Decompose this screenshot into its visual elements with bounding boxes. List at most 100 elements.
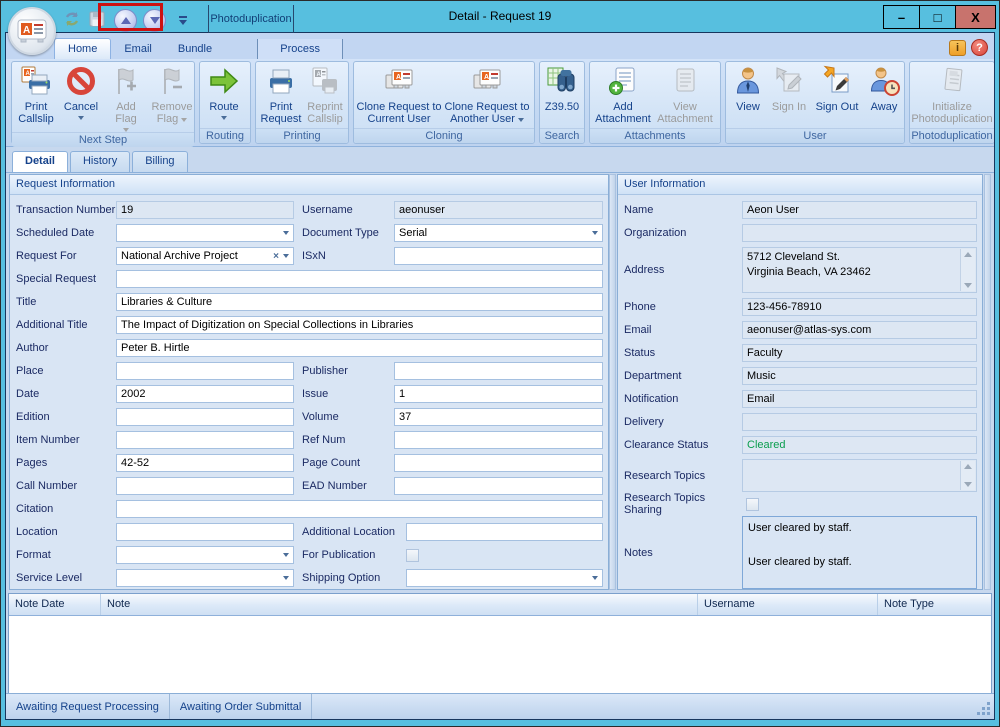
chevron-down-icon[interactable] xyxy=(283,231,289,235)
away-button[interactable]: Away xyxy=(864,63,904,128)
help-icon[interactable]: ? xyxy=(971,39,988,56)
title-field[interactable]: Libraries & Culture xyxy=(116,293,603,311)
tab-detail[interactable]: Detail xyxy=(12,151,68,172)
citation-label: Citation xyxy=(16,503,116,515)
tab-billing[interactable]: Billing xyxy=(132,151,187,172)
add-attachment-button[interactable]: Add Attachment xyxy=(592,63,654,128)
item-number-field[interactable] xyxy=(116,431,294,449)
client-area: Home Email Bundle Process i ? xyxy=(5,32,995,720)
volume-field[interactable]: 37 xyxy=(394,408,603,426)
sign-out-button[interactable]: Sign Out xyxy=(810,63,864,128)
z3950-button[interactable]: Z39.50 xyxy=(542,63,582,128)
special-request-field[interactable] xyxy=(116,270,603,288)
request-for-combo[interactable]: National Archive Project× xyxy=(116,247,294,265)
for-publication-checkbox[interactable] xyxy=(406,549,419,562)
reprint-callslip-icon: A xyxy=(309,65,341,100)
minimize-button[interactable]: – xyxy=(883,5,920,29)
chevron-down-icon[interactable] xyxy=(283,576,289,580)
service-level-combo[interactable] xyxy=(116,569,294,587)
scrollbar[interactable] xyxy=(960,461,975,490)
route-button[interactable]: Route xyxy=(202,63,246,128)
refresh-button[interactable] xyxy=(61,9,83,31)
additional-title-field[interactable]: The Impact of Digitization on Special Co… xyxy=(116,316,603,334)
panel-scrollbar[interactable] xyxy=(609,174,616,590)
tab-email[interactable]: Email xyxy=(111,39,165,59)
column-note[interactable]: Note xyxy=(101,594,698,615)
research-topics-sharing-checkbox[interactable] xyxy=(746,498,759,511)
ref-num-field[interactable] xyxy=(394,431,603,449)
notes-grid-body[interactable] xyxy=(9,616,991,693)
resize-grip[interactable] xyxy=(978,703,990,715)
call-number-field[interactable] xyxy=(116,477,294,495)
ribbon-tab-strip: Home Email Bundle Process i ? xyxy=(6,33,994,59)
cancel-button[interactable]: Cancel xyxy=(58,63,104,132)
tab-process[interactable]: Process xyxy=(257,39,343,59)
hints-icon[interactable]: i xyxy=(949,40,966,56)
column-username[interactable]: Username xyxy=(698,594,878,615)
svg-text:A: A xyxy=(484,74,489,81)
page-count-field[interactable] xyxy=(394,454,603,472)
username-field: aeonuser xyxy=(394,201,603,219)
citation-field[interactable] xyxy=(116,500,603,518)
pages-label: Pages xyxy=(16,457,116,469)
isxn-field[interactable] xyxy=(394,247,603,265)
reprint-callslip-button[interactable]: A Reprint Callslip xyxy=(304,63,346,128)
close-button[interactable]: X xyxy=(955,5,996,29)
date-field[interactable]: 2002 xyxy=(116,385,294,403)
column-note-type[interactable]: Note Type xyxy=(878,594,991,615)
place-field[interactable] xyxy=(116,362,294,380)
shipping-option-combo[interactable] xyxy=(406,569,603,587)
location-field[interactable] xyxy=(116,523,294,541)
clear-icon[interactable]: × xyxy=(273,251,279,262)
notification-label: Notification xyxy=(624,393,742,405)
tab-home[interactable]: Home xyxy=(54,38,111,59)
ead-number-field[interactable] xyxy=(394,477,603,495)
request-for-label: Request For xyxy=(16,250,116,262)
cancel-dropdown-arrow[interactable] xyxy=(78,116,84,120)
content-scrollbar[interactable] xyxy=(984,174,991,590)
format-combo[interactable] xyxy=(116,546,294,564)
remove-flag-icon xyxy=(156,65,188,100)
ribbon-group-printing: Print Request A xyxy=(255,61,349,144)
sign-in-button[interactable]: Sign In xyxy=(768,63,810,128)
group-label-search: Search xyxy=(540,128,584,143)
chevron-down-icon[interactable] xyxy=(283,553,289,557)
publisher-field[interactable] xyxy=(394,362,603,380)
chevron-down-icon[interactable] xyxy=(592,231,598,235)
remove-flag-button[interactable]: Remove Flag xyxy=(148,63,196,132)
window-controls: – □ X xyxy=(884,5,996,29)
issue-field[interactable]: 1 xyxy=(394,385,603,403)
initialize-photoduplication-button[interactable]: Initialize Photoduplication xyxy=(912,63,992,128)
view-user-button[interactable]: View xyxy=(728,63,768,128)
chevron-down-icon[interactable] xyxy=(592,576,598,580)
author-field[interactable]: Peter B. Hirtle xyxy=(116,339,603,357)
add-attachment-icon xyxy=(607,65,639,100)
scroll-up-icon xyxy=(964,252,972,257)
maximize-button[interactable]: □ xyxy=(919,5,956,29)
tab-history[interactable]: History xyxy=(70,151,130,172)
print-request-button[interactable]: Print Request xyxy=(258,63,304,128)
customize-qat-button[interactable] xyxy=(179,16,187,25)
clone-request-another-user-button[interactable]: A Clone Request to Another User xyxy=(442,63,532,128)
status-bar: Awaiting Request Processing Awaiting Ord… xyxy=(6,693,994,719)
tab-bundle[interactable]: Bundle xyxy=(165,39,225,59)
name-label: Name xyxy=(624,204,742,216)
edition-field[interactable] xyxy=(116,408,294,426)
print-callslip-button[interactable]: A Print Callslip xyxy=(14,63,58,132)
route-dropdown-arrow[interactable] xyxy=(221,116,227,120)
view-attachment-button[interactable]: View Attachment xyxy=(654,63,716,128)
clone-request-current-user-button[interactable]: A Clone Request to Current User xyxy=(356,63,442,128)
add-flag-button[interactable]: Add Flag xyxy=(104,63,148,132)
pages-field[interactable]: 42-52 xyxy=(116,454,294,472)
place-label: Place xyxy=(16,365,116,377)
view-tab-strip: Detail History Billing xyxy=(6,147,994,172)
address-label: Address xyxy=(624,264,742,276)
document-type-combo[interactable]: Serial xyxy=(394,224,603,242)
column-note-date[interactable]: Note Date xyxy=(9,594,101,615)
edition-label: Edition xyxy=(16,411,116,423)
scheduled-date-combo[interactable] xyxy=(116,224,294,242)
additional-location-field[interactable] xyxy=(406,523,603,541)
chevron-down-icon[interactable] xyxy=(283,254,289,258)
scrollbar[interactable] xyxy=(960,249,975,291)
application-menu-button[interactable]: A xyxy=(8,7,56,55)
